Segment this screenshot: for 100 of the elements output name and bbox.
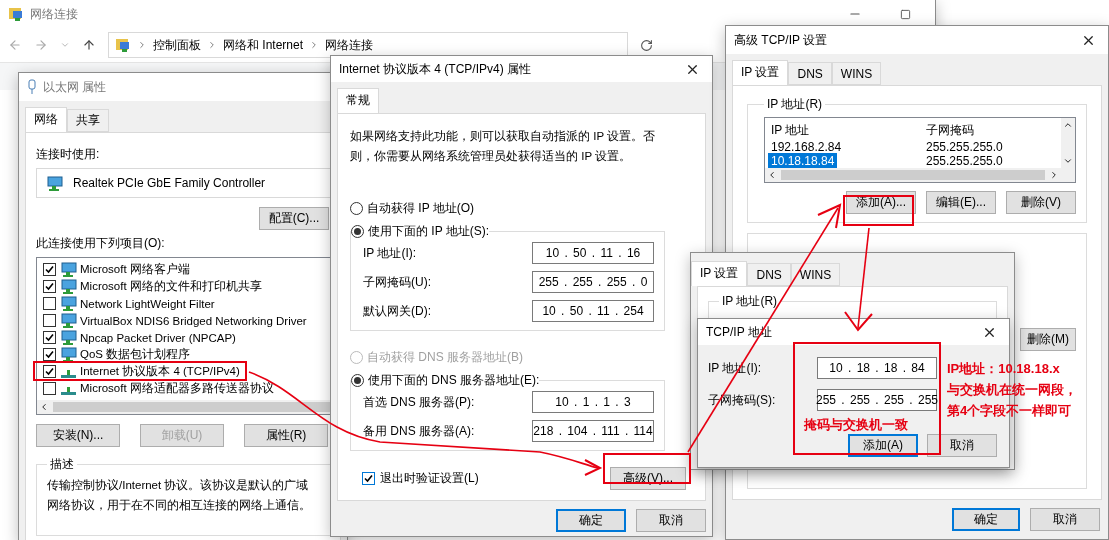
dialog-button[interactable]: 安装(N)... (36, 424, 120, 447)
list-item[interactable]: Microsoft 网络适配器多路传送器协议 (37, 380, 347, 397)
scroll-down-icon[interactable] (1063, 156, 1073, 166)
checkbox[interactable] (43, 314, 56, 327)
network-adapter-icon (59, 279, 77, 294)
address-bar[interactable]: 控制面板 网络和 Internet 网络连接 (108, 32, 628, 58)
scroll-up-icon[interactable] (1063, 120, 1073, 130)
scrollbar[interactable] (765, 168, 1061, 182)
highlight-frame (843, 195, 914, 226)
dialog-button[interactable]: 编辑(E)... (926, 191, 996, 214)
tab[interactable]: IP 设置 (732, 60, 789, 85)
network-adapter-icon (59, 262, 77, 277)
ip-input-field[interactable]: 255 . 255 . 255 . 0 (532, 271, 654, 293)
cancel-button[interactable]: 取消 (927, 434, 997, 457)
table-cell-text: 255.255.255.0 (925, 153, 1004, 169)
ip-input-field[interactable]: 255 . 255 . 255 . 255 (817, 389, 937, 411)
group-label: IP 地址(R) (766, 96, 824, 113)
breadcrumb-item[interactable]: 控制面板 (153, 36, 201, 54)
plug-icon (27, 79, 37, 95)
annotation-text: IP地址：10.18.18.x 与交换机在统一网段， 第4个字段不一样即可 (947, 360, 1077, 420)
scroll-left-icon[interactable] (767, 170, 777, 180)
checkbox[interactable] (43, 382, 56, 395)
maximize-icon[interactable] (900, 8, 911, 20)
list-item[interactable]: VirtualBox NDIS6 Bridged Networking Driver (37, 312, 347, 329)
radio-option[interactable]: 使用下面的 IP 地址(S): (351, 223, 490, 240)
field-label: 首选 DNS 服务器(P): (363, 393, 475, 411)
control-panel-icon (115, 37, 131, 53)
table-cell[interactable]: 192.168.2.84 (768, 139, 845, 155)
checkmark-icon (363, 473, 374, 484)
network-adapter-icon (59, 330, 77, 345)
tab[interactable]: 常规 (337, 88, 379, 113)
add-button[interactable]: 添加(A) (848, 434, 918, 457)
breadcrumb-item[interactable]: 网络连接 (325, 36, 374, 54)
network-folder-icon (8, 6, 24, 22)
checkbox-option[interactable]: 退出时验证设置(L) (362, 470, 479, 487)
field-label: 子网掩码(U): (363, 273, 431, 291)
chevron-icon (137, 40, 147, 50)
checkmark-icon (44, 349, 55, 360)
ip-input-field[interactable]: 10 . 50 . 11 . 254 (532, 300, 654, 322)
checkmark-icon (44, 264, 55, 275)
tab[interactable]: IP 设置 (691, 261, 748, 286)
group-label: 描述 (49, 456, 75, 473)
column-header[interactable]: 子网掩码 (923, 121, 1061, 140)
ip-input-field[interactable]: 10 . 1 . 1 . 3 (532, 391, 654, 413)
radio-button[interactable] (351, 225, 364, 238)
checkbox[interactable] (43, 365, 56, 378)
ip-input-field[interactable]: 10 . 18 . 18 . 84 (817, 357, 937, 379)
cancel-button[interactable]: 取消 (1030, 508, 1100, 531)
adapter-name: Realtek PCIe GbE Family Controller (73, 176, 266, 190)
list-item[interactable]: Microsoft 网络客户端 (37, 261, 347, 278)
intro-text: 如果网络支持此功能，则可以获取自动指派的 IP 设置。否则，你需要从网络系统管理员处获得适当的 IP 设置。 (350, 129, 657, 164)
tab[interactable]: DNS (747, 263, 791, 286)
checkbox[interactable] (362, 472, 375, 485)
checkmark-icon (44, 332, 55, 343)
scrollbar[interactable] (1061, 118, 1075, 182)
table-cell-text: 255.255.255.0 (925, 139, 1004, 155)
list-item[interactable]: Internet 协议版本 4 (TCP/IPv4) (37, 363, 347, 380)
field-label: 子网掩码(S): (708, 391, 777, 409)
radio-button[interactable] (350, 202, 363, 215)
cancel-button[interactable]: 取消 (636, 509, 706, 532)
scroll-left-icon[interactable] (39, 402, 49, 412)
checkbox[interactable] (43, 263, 56, 276)
tab[interactable]: WINS (831, 62, 882, 85)
checkbox[interactable] (43, 348, 56, 361)
window-title: Internet 协议版本 4 (TCP/IPv4) 属性 (339, 60, 533, 78)
tab[interactable]: DNS (788, 62, 832, 85)
checkbox[interactable] (43, 280, 56, 293)
dialog-button[interactable]: 删除(V) (1006, 191, 1076, 214)
ok-button[interactable]: 确定 (556, 509, 626, 532)
checkbox[interactable] (43, 297, 56, 310)
network-adapter-icon (59, 296, 77, 311)
list-item[interactable]: Network LightWeight Filter (37, 295, 347, 312)
radio-option[interactable]: 使用下面的 DNS 服务器地址(E): (351, 372, 540, 389)
ok-button[interactable]: 确定 (952, 508, 1020, 531)
refresh-icon[interactable] (640, 38, 653, 52)
list-item[interactable]: Npcap Packet Driver (NPCAP) (37, 329, 347, 346)
column-header[interactable]: IP 地址 (768, 121, 923, 140)
checkmark-icon (44, 281, 55, 292)
checkbox[interactable] (43, 331, 56, 344)
network-adapter-icon (59, 313, 77, 328)
window-title: 以太网 属性 (43, 78, 108, 96)
field-label: 默认网关(D): (363, 302, 431, 320)
tab[interactable]: 网络 (25, 107, 67, 132)
network-adapter-icon (45, 175, 63, 191)
table-cell[interactable]: 10.18.18.84 (768, 153, 838, 169)
ip-input-field[interactable]: 10 . 50 . 11 . 16 (532, 242, 654, 264)
tab[interactable]: 共享 (67, 109, 109, 132)
breadcrumb-item[interactable]: 网络和 Internet (223, 36, 304, 54)
list-item[interactable]: Microsoft 网络的文件和打印机共享 (37, 278, 347, 295)
delete-button[interactable]: 删除(M) (1020, 328, 1076, 351)
scroll-right-icon[interactable] (1049, 170, 1059, 180)
ip-input-field[interactable]: 218 . 104 . 111 . 114 (532, 420, 654, 442)
tab[interactable]: WINS (790, 263, 841, 286)
checkmark-icon (44, 366, 55, 377)
configure-button[interactable]: 配置(C)... (259, 207, 329, 230)
up-icon[interactable] (82, 38, 96, 52)
radio-option[interactable]: 自动获得 IP 地址(O) (350, 200, 665, 217)
radio-button[interactable] (351, 374, 364, 387)
list-item[interactable]: QoS 数据包计划程序 (37, 346, 347, 363)
dialog-button[interactable]: 属性(R) (244, 424, 328, 447)
